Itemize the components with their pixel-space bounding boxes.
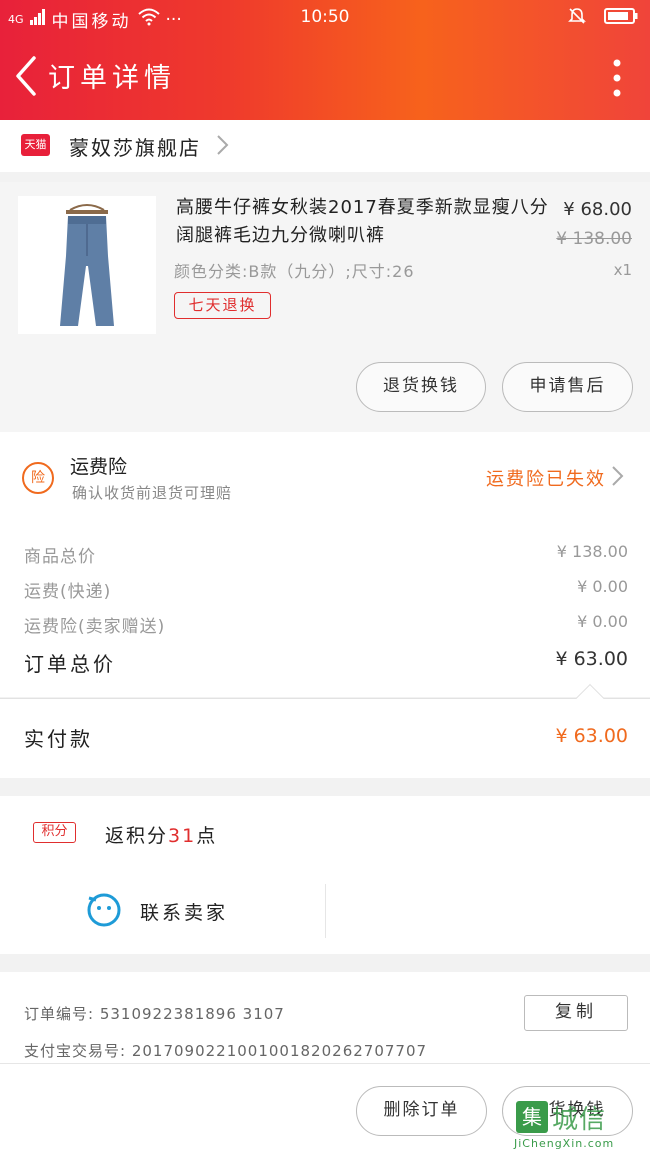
order-total-row: 订单总价 ¥ 63.00 — [0, 648, 650, 678]
shipping-insurance-row[interactable]: 险 运费险 确认收货前退货可理赔 运费险已失效 — [0, 432, 650, 520]
chat-icon — [86, 892, 122, 928]
copy-button[interactable]: 复制 — [524, 995, 628, 1031]
mute-icon — [568, 7, 586, 30]
points-tag: 积分 — [33, 822, 76, 843]
battery-icon — [604, 7, 638, 30]
product-price: ¥ 68.00 — [563, 199, 632, 220]
contact-seller-button[interactable]: 联系卖家 — [0, 884, 326, 938]
points-section: 积分 返积分31点 联系卖家 — [0, 796, 650, 954]
fee-label: 运费险(卖家赠送) — [24, 617, 166, 637]
order-total-label: 订单总价 — [24, 652, 116, 676]
actual-payment-value: ¥ 63.00 — [555, 725, 628, 747]
bottom-action-bar: 删除订单 退货换钱 集 城信 JiChengXin.com — [0, 1063, 650, 1155]
contact-seller-label: 联系卖家 — [140, 902, 229, 924]
fee-value: ¥ 0.00 — [577, 612, 628, 631]
product-item[interactable]: 高腰牛仔裤女秋装2017春夏季新款显瘦八分阔腿裤毛边九分微喇叭裤 ¥ 68.00… — [0, 182, 650, 432]
fee-label: 商品总价 — [24, 547, 96, 567]
page-title: 订单详情 — [48, 63, 176, 94]
actual-payment-row: 实付款 ¥ 63.00 — [0, 683, 650, 778]
product-sku: 颜色分类:B款（九分）;尺寸:26 — [174, 262, 415, 281]
clock: 10:50 — [300, 7, 350, 27]
watermark-url: JiChengXin.com — [514, 1137, 615, 1150]
more-menu-icon[interactable] — [612, 58, 622, 98]
fee-value: ¥ 0.00 — [577, 577, 628, 596]
product-quantity: x1 — [613, 261, 632, 279]
header-bar: 4G 中国移动 ··· 10:50 订单详情 — [0, 0, 650, 120]
product-original-price: ¥ 138.00 — [556, 229, 632, 249]
return-exchange-button[interactable]: 退货换钱 — [356, 362, 486, 412]
insurance-status: 运费险已失效 — [486, 469, 606, 490]
watermark-logo: 集 — [516, 1101, 548, 1133]
chevron-right-icon — [610, 465, 624, 491]
fee-value: ¥ 138.00 — [556, 542, 628, 561]
after-sales-button[interactable]: 申请售后 — [502, 362, 633, 412]
fee-row-goods: 商品总价 ¥ 138.00 — [0, 542, 650, 572]
product-image[interactable] — [18, 196, 156, 334]
shop-name: 蒙奴莎旗舰店 — [69, 136, 201, 160]
fee-row-shipping: 运费(快递) ¥ 0.00 — [0, 577, 650, 607]
nav-bar: 订单详情 — [0, 34, 650, 120]
order-total-value: ¥ 63.00 — [555, 648, 628, 670]
points-text: 返积分31点 — [105, 821, 217, 848]
alipay-transaction-number: 支付宝交易号: 2017090221001001820262707707 — [24, 1042, 428, 1060]
insurance-title: 运费险 — [70, 456, 128, 478]
fee-label: 运费(快递) — [24, 582, 112, 602]
insurance-subtitle: 确认收货前退货可理赔 — [72, 484, 233, 502]
seven-day-return-badge: 七天退换 — [174, 292, 271, 319]
watermark-text: 城信 — [552, 1105, 607, 1135]
fee-summary: 商品总价 ¥ 138.00 运费(快递) ¥ 0.00 运费险(卖家赠送) ¥ … — [0, 520, 650, 697]
back-icon[interactable] — [10, 54, 44, 98]
tmall-badge: 天猫 — [21, 134, 50, 156]
actual-payment-label: 实付款 — [24, 727, 93, 751]
insurance-icon: 险 — [22, 462, 54, 494]
watermark: 集 城信 JiChengXin.com — [512, 1097, 648, 1153]
chevron-right-icon — [215, 134, 229, 160]
points-amount: 31 — [168, 825, 197, 847]
points-suffix: 点 — [196, 825, 218, 847]
product-title[interactable]: 高腰牛仔裤女秋装2017春夏季新款显瘦八分阔腿裤毛边九分微喇叭裤 — [176, 194, 556, 250]
status-bar: 4G 中国移动 ··· 10:50 — [0, 0, 650, 34]
fee-row-insurance: 运费险(卖家赠送) ¥ 0.00 — [0, 612, 650, 642]
delete-order-button[interactable]: 删除订单 — [356, 1086, 487, 1136]
order-number: 订单编号: 5310922381896 3107 — [24, 1005, 285, 1023]
shop-row[interactable]: 天猫 蒙奴莎旗舰店 — [0, 120, 650, 172]
points-prefix: 返积分 — [105, 825, 169, 847]
